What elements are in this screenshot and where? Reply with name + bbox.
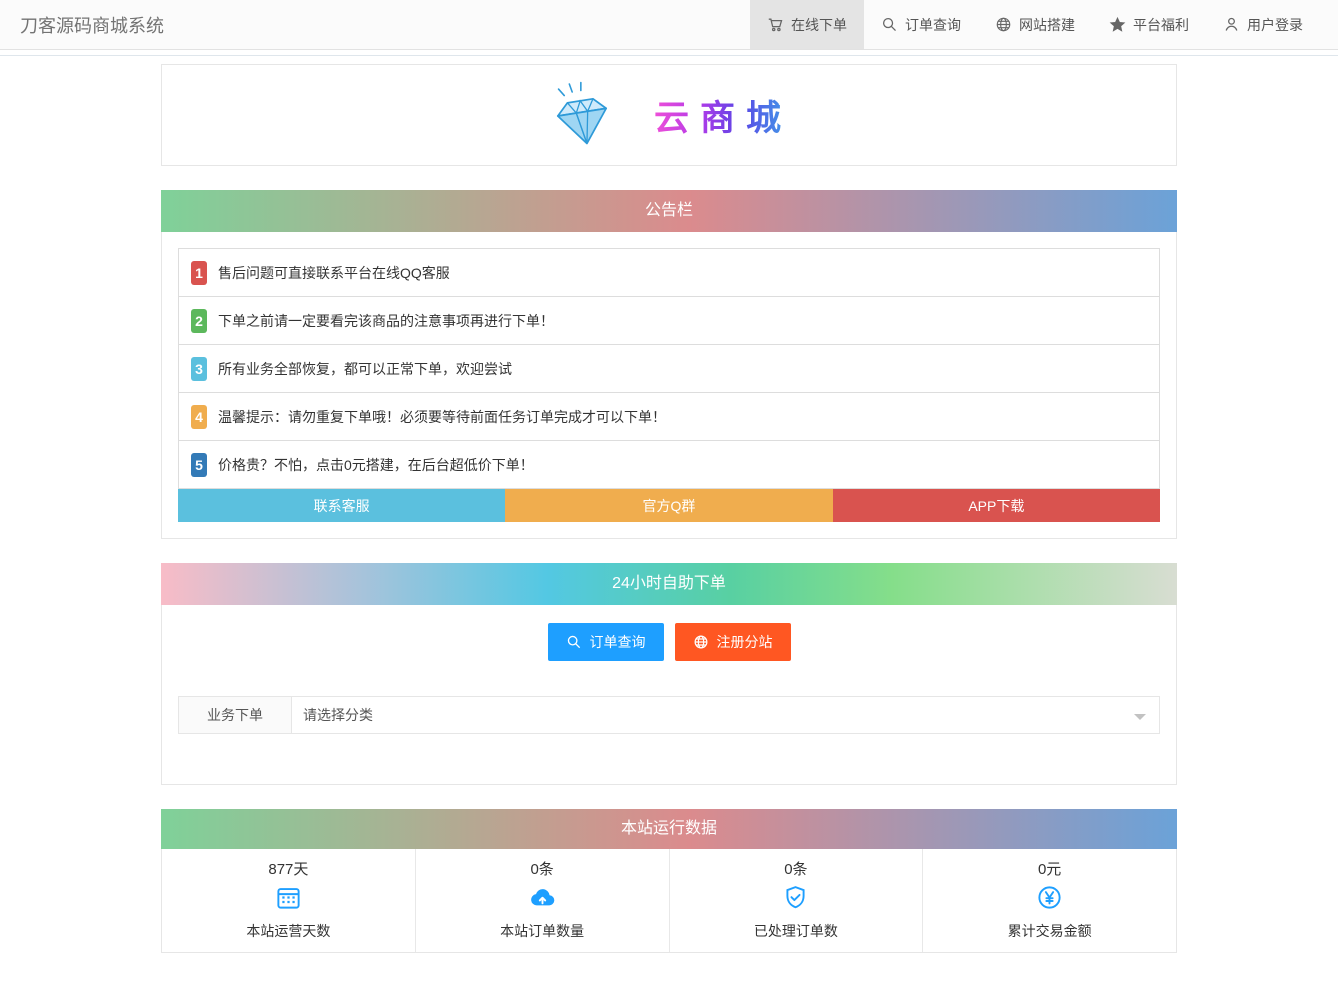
stat-value: 877天 xyxy=(268,861,309,878)
stat-total-amount: 0元 累计交易金额 xyxy=(922,849,1176,952)
nav-item-label: 订单查询 xyxy=(905,16,961,33)
business-order-label: 业务下单 xyxy=(178,696,292,734)
stat-label: 本站订单数量 xyxy=(500,923,585,939)
site-stats-section: 本站运行数据 877天 本站运营天数 0条 本站订单数量 0条 已处理订单数 0… xyxy=(161,809,1177,953)
stat-processed-orders: 0条 已处理订单数 xyxy=(668,849,923,952)
self-order-title: 24小时自助下单 xyxy=(161,563,1177,605)
star-icon xyxy=(1109,16,1126,32)
announcement-item: 3 所有业务全部恢复，都可以正常下单，欢迎尝试 xyxy=(179,345,1159,393)
main-nav: 在线下单 订单查询 网站搭建 平台福利 用户登录 xyxy=(750,0,1320,49)
nav-item-order-query[interactable]: 订单查询 xyxy=(864,0,978,49)
nav-item-online-order[interactable]: 在线下单 xyxy=(750,0,864,49)
cloud-upload-icon xyxy=(416,884,669,916)
search-icon xyxy=(567,635,580,649)
category-select[interactable]: 请选择分类 xyxy=(291,696,1160,734)
announcement-badge: 3 xyxy=(191,356,207,381)
globe-icon xyxy=(996,17,1011,32)
globe-icon xyxy=(694,635,707,649)
self-order-section: 24小时自助下单 订单查询 注册分站 业务下单 请选择分类 xyxy=(161,563,1177,785)
search-icon xyxy=(882,17,896,31)
nav-item-site-build[interactable]: 网站搭建 xyxy=(978,0,1092,49)
stat-running-days: 877天 本站运营天数 xyxy=(162,849,415,952)
category-select-value: 请选择分类 xyxy=(303,707,373,723)
announcement-text: 温馨提示：请勿重复下单哦！必须要等待前面任务订单完成才可以下单！ xyxy=(218,408,666,425)
announcement-item: 4 温馨提示：请勿重复下单哦！必须要等待前面任务订单完成才可以下单！ xyxy=(179,393,1159,441)
calendar-icon xyxy=(162,884,415,916)
nav-item-label: 平台福利 xyxy=(1133,16,1189,33)
yen-circle-icon xyxy=(923,884,1176,916)
nav-item-label: 用户登录 xyxy=(1247,16,1303,33)
order-query-button[interactable]: 订单查询 xyxy=(547,623,664,661)
announcement-text: 所有业务全部恢复，都可以正常下单，欢迎尝试 xyxy=(218,360,512,377)
diamond-icon xyxy=(556,81,608,145)
announcement-title: 公告栏 xyxy=(161,190,1177,232)
logo-text: 云商城 xyxy=(654,90,792,141)
stat-label: 本站运营天数 xyxy=(246,923,331,939)
announcement-buttons: 联系客服 官方Q群 APP下载 xyxy=(178,489,1160,522)
chevron-down-icon xyxy=(1134,714,1146,726)
nav-item-platform-welfare[interactable]: 平台福利 xyxy=(1092,0,1206,49)
site-stats-title: 本站运行数据 xyxy=(161,809,1177,849)
announcement-item: 5 价格贵？不怕，点击0元搭建，在后台超低价下单！ xyxy=(179,441,1159,489)
self-order-actions: 订单查询 注册分站 xyxy=(178,623,1160,661)
announcement-badge: 4 xyxy=(191,404,207,429)
announcement-item: 2 下单之前请一定要看完该商品的注意事项再进行下单！ xyxy=(179,297,1159,345)
app-download-button[interactable]: APP下载 xyxy=(832,489,1160,522)
announcement-badge: 5 xyxy=(191,452,207,477)
announcement-item: 1 售后问题可直接联系平台在线QQ客服 xyxy=(179,249,1159,297)
stat-label: 已处理订单数 xyxy=(753,923,838,939)
stat-value: 0条 xyxy=(784,861,808,878)
stat-value: 0条 xyxy=(530,861,554,878)
official-qq-group-button[interactable]: 官方Q群 xyxy=(505,489,833,522)
nav-item-label: 网站搭建 xyxy=(1019,16,1075,33)
stat-order-count: 0条 本站订单数量 xyxy=(414,849,669,952)
shield-check-icon xyxy=(670,884,923,916)
nav-item-label: 在线下单 xyxy=(791,16,847,33)
business-order-form: 业务下单 请选择分类 xyxy=(178,696,1160,734)
announcement-section: 公告栏 1 售后问题可直接联系平台在线QQ客服 2 下单之前请一定要看完该商品的… xyxy=(161,190,1177,539)
register-substation-button[interactable]: 注册分站 xyxy=(674,623,791,661)
logo-banner: 云商城 xyxy=(161,64,1177,166)
announcement-text: 下单之前请一定要看完该商品的注意事项再进行下单！ xyxy=(218,312,554,329)
contact-support-button[interactable]: 联系客服 xyxy=(178,489,506,522)
nav-item-user-login[interactable]: 用户登录 xyxy=(1206,0,1320,49)
site-title: 刀客源码商城系统 xyxy=(20,15,164,36)
top-navbar: 刀客源码商城系统 在线下单 订单查询 网站搭建 平台福利 用户登录 xyxy=(0,0,1338,50)
site-stats-body: 877天 本站运营天数 0条 本站订单数量 0条 已处理订单数 0元 累计交易金… xyxy=(161,849,1177,953)
order-query-label: 订单查询 xyxy=(589,634,646,650)
register-substation-label: 注册分站 xyxy=(716,634,773,650)
user-icon xyxy=(1225,17,1238,31)
announcement-body: 1 售后问题可直接联系平台在线QQ客服 2 下单之前请一定要看完该商品的注意事项… xyxy=(161,232,1177,539)
announcement-text: 售后问题可直接联系平台在线QQ客服 xyxy=(218,264,450,281)
self-order-body: 订单查询 注册分站 业务下单 请选择分类 xyxy=(161,605,1177,785)
cart-icon xyxy=(768,18,783,32)
announcement-badge: 1 xyxy=(191,260,207,285)
main-content: 云商城 公告栏 1 售后问题可直接联系平台在线QQ客服 2 下单之前请一定要看完… xyxy=(161,64,1177,953)
announcement-list: 1 售后问题可直接联系平台在线QQ客服 2 下单之前请一定要看完该商品的注意事项… xyxy=(178,248,1160,489)
announcement-badge: 2 xyxy=(191,308,207,333)
stat-value: 0元 xyxy=(1037,861,1062,878)
announcement-text: 价格贵？不怕，点击0元搭建，在后台超低价下单！ xyxy=(218,456,534,473)
stat-label: 累计交易金额 xyxy=(1007,923,1092,939)
